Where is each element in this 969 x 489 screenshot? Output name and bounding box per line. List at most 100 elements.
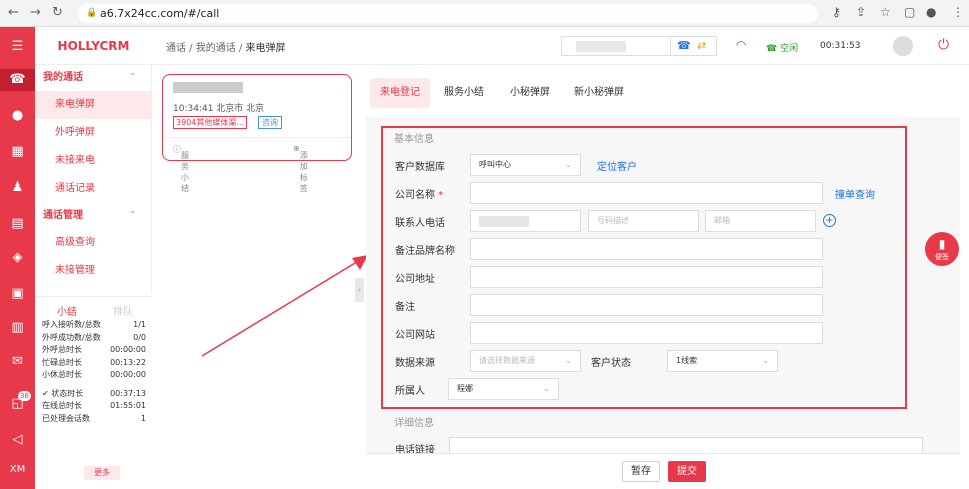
top-bar: 通话 / 我的通话 / 来电弹屏 ☎ ⇄ ◠ ☎ 空闲 00:31:53 ⏻ bbox=[152, 27, 969, 65]
locate-customer-link[interactable]: 定位客户 bbox=[597, 158, 637, 173]
sidebar-item-missed-calls[interactable]: 未接来电 bbox=[35, 147, 151, 175]
brand-name-input[interactable] bbox=[470, 238, 823, 260]
db-select[interactable]: 呼叫中心 ⌄ bbox=[470, 154, 581, 176]
phone-icon[interactable]: ☎ bbox=[0, 69, 35, 91]
chat-icon[interactable]: ● bbox=[0, 105, 35, 127]
back-icon[interactable]: ← bbox=[8, 5, 19, 20]
add-tag-link[interactable]: ⊕ 添加标签 bbox=[293, 144, 308, 193]
clipboard-icon[interactable]: ▤ bbox=[0, 213, 35, 235]
chevron-up-icon: ⌃ bbox=[128, 72, 137, 83]
phone-input[interactable] bbox=[470, 210, 581, 232]
tab-incoming-register[interactable]: 来电登记 bbox=[370, 78, 430, 108]
company-input[interactable] bbox=[470, 182, 823, 204]
hamburger-icon[interactable]: ☰ bbox=[0, 36, 35, 58]
stats-row: 小休总时长 00:00:00 bbox=[42, 370, 146, 379]
sidebar-item-outgoing-popup[interactable]: 外呼弹屏 bbox=[35, 119, 151, 147]
sidebar: 我的通话 ⌃ 来电弹屏 外呼弹屏 未接来电 通话记录 通话管理 ⌃ 高级查询 未接管… bbox=[35, 65, 152, 293]
brand-logo: HOLLYCRM bbox=[35, 27, 152, 65]
detail-info-title: 详细信息 bbox=[394, 418, 434, 429]
brand-name-label: 备注品牌名称 bbox=[395, 246, 455, 257]
service-summary-link[interactable]: ⓘ 服务小结 bbox=[173, 144, 189, 193]
stats-row: 外呼总时长 00:00:00 bbox=[42, 345, 146, 354]
collapse-icon[interactable]: ◁ bbox=[0, 429, 35, 451]
star-icon[interactable]: ☆ bbox=[880, 5, 891, 19]
bookmark-icon: ▮ bbox=[938, 237, 946, 251]
stats-row: 外呼成功数/总数 0/0 bbox=[42, 332, 146, 342]
chevron-down-icon: ⌄ bbox=[565, 356, 572, 365]
notification-icon[interactable]: ◱ 36 bbox=[0, 391, 35, 415]
address-input[interactable] bbox=[470, 266, 823, 288]
chevron-down-icon: ⌄ bbox=[543, 384, 550, 393]
tab-new-assistant-popup[interactable]: 新小秘弹屏 bbox=[564, 78, 634, 108]
sticky-note-button[interactable]: ▮ 便签 bbox=[925, 232, 959, 266]
forward-icon[interactable]: → bbox=[30, 5, 41, 20]
sidebar-item-incoming-popup[interactable]: 来电弹屏 bbox=[35, 91, 151, 119]
consult-tag: 咨询 bbox=[258, 116, 282, 129]
duplicate-check-link[interactable]: 撞单查询 bbox=[835, 186, 875, 201]
chevron-up-icon: ⌃ bbox=[128, 210, 137, 221]
robot-icon[interactable]: ▣ bbox=[0, 283, 35, 305]
stats-row: 忙碌总时长 00:13:22 bbox=[42, 357, 146, 367]
stats-row: 已处理会话数 1 bbox=[42, 413, 146, 423]
call-card-footer: ⓘ 服务小结 ⊕ 添加标签 bbox=[163, 137, 351, 193]
call-time-location: 10:34:41 北京市 北京 bbox=[173, 104, 265, 114]
channel-tag: 3904其他媒体渠... bbox=[173, 116, 247, 129]
dial-input[interactable] bbox=[561, 36, 671, 56]
stats-tab-queue[interactable]: 排队 bbox=[113, 303, 133, 318]
bar-chart-icon[interactable]: ▥ bbox=[0, 317, 35, 339]
address-label: 公司地址 bbox=[395, 274, 435, 285]
source-select[interactable]: 请选择数据来源 ⌄ bbox=[470, 350, 581, 372]
url-text: a6.7x24cc.com/#/call bbox=[100, 7, 220, 20]
address-bar[interactable]: 🔒 a6.7x24cc.com/#/call bbox=[78, 4, 818, 23]
content-tabs: 来电登记 服务小结 小秘弹屏 新小秘弹屏 bbox=[368, 78, 928, 108]
agent-status[interactable]: ☎ 空闲 bbox=[766, 41, 798, 54]
stats-panel: 小结 排队 呼入接听数/总数 1/1 外呼成功数/总数 0/0 外呼总时长 00:00… bbox=[35, 296, 152, 489]
shield-icon[interactable]: ◈ bbox=[0, 247, 35, 269]
website-input[interactable] bbox=[470, 322, 823, 344]
tab-assistant-popup[interactable]: 小秘弹屏 bbox=[500, 78, 560, 108]
menu-icon[interactable]: ⋮ bbox=[952, 5, 964, 19]
owner-select[interactable]: 程娜 ⌄ bbox=[448, 378, 559, 400]
window-icon[interactable]: ▢ bbox=[904, 5, 915, 19]
status-timer: 00:31:53 bbox=[820, 41, 861, 51]
check-icon: ✔ bbox=[42, 388, 49, 398]
browser-chrome: ← → ↻ 🔒 a6.7x24cc.com/#/call ⚷ ⇪ ☆ ▢ ● ⋮ bbox=[0, 0, 969, 27]
email-input[interactable]: 邮箱 bbox=[705, 210, 816, 232]
transfer-icon[interactable]: ⇄ bbox=[697, 39, 706, 52]
more-button[interactable]: 更多 bbox=[84, 466, 120, 480]
save-draft-button[interactable]: 暂存 bbox=[622, 461, 660, 482]
note-input[interactable] bbox=[470, 294, 823, 316]
stats-tab-summary[interactable]: 小结 bbox=[57, 303, 77, 318]
grid-icon[interactable]: ▦ bbox=[0, 141, 35, 163]
sidebar-group-call-mgmt[interactable]: 通话管理 ⌃ bbox=[35, 203, 151, 229]
customer-status-label: 客户状态 bbox=[591, 358, 631, 369]
sidebar-group-my-calls[interactable]: 我的通话 ⌃ bbox=[35, 65, 151, 91]
icon-rail: ☰ ☎ ● ▦ ♟ ▤ ◈ ▣ ▥ ✉ ◱ 36 ◁ XM bbox=[0, 27, 35, 489]
customer-status-select[interactable]: 1线索 ⌄ bbox=[667, 350, 778, 372]
profile-icon[interactable]: ● bbox=[926, 5, 936, 19]
share-icon[interactable]: ⇪ bbox=[856, 5, 866, 19]
dial-phone-icon[interactable]: ☎ bbox=[677, 39, 691, 52]
dial-actions: ☎ ⇄ bbox=[671, 36, 717, 56]
notification-badge: 36 bbox=[18, 391, 31, 401]
phone-desc-input[interactable]: 号码描述 bbox=[588, 210, 699, 232]
message-icon[interactable]: ✉ bbox=[0, 351, 35, 373]
stats-row: 在线总时长 01:55:01 bbox=[42, 401, 146, 410]
add-phone-icon[interactable]: + bbox=[823, 214, 836, 227]
user-icon[interactable]: ♟ bbox=[0, 177, 35, 199]
reload-icon[interactable]: ↻ bbox=[52, 5, 63, 20]
basic-info-title: 基本信息 bbox=[394, 134, 434, 145]
stats-row: 呼入接听数/总数 1/1 bbox=[42, 320, 146, 329]
call-card[interactable]: 10:34:41 北京市 北京 3904其他媒体渠... 咨询 ⓘ 服务小结 ⊕… bbox=[162, 74, 352, 193]
sidebar-item-call-records[interactable]: 通话记录 bbox=[35, 175, 151, 203]
chevron-down-icon: ⌄ bbox=[762, 356, 769, 365]
status-phone-icon: ☎ bbox=[766, 44, 778, 54]
submit-button[interactable]: 提交 bbox=[668, 461, 706, 482]
power-icon[interactable]: ⏻ bbox=[938, 37, 949, 53]
owner-label: 所属人 bbox=[395, 386, 425, 397]
sidebar-item-missed-mgmt[interactable]: 未接管理 bbox=[35, 257, 151, 285]
avatar[interactable] bbox=[893, 36, 913, 56]
sidebar-item-advanced-query[interactable]: 高级查询 bbox=[35, 229, 151, 257]
tab-service-summary[interactable]: 服务小结 bbox=[434, 78, 494, 108]
key-icon[interactable]: ⚷ bbox=[832, 5, 841, 19]
